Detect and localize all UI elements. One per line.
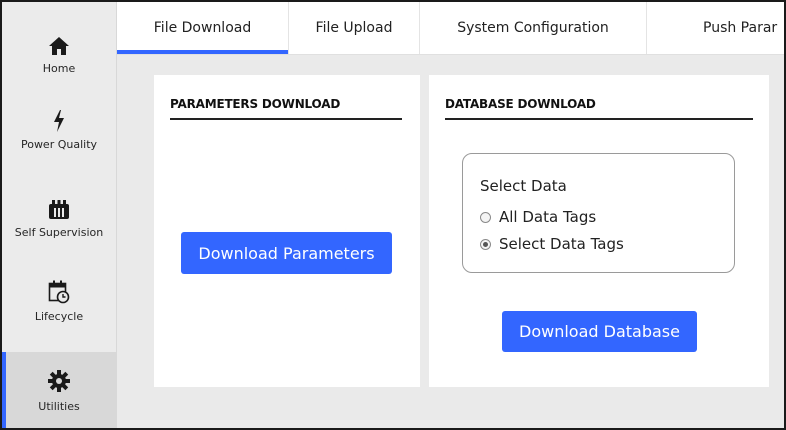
tab-bar: File Download File Upload System Configu…: [117, 2, 784, 55]
sidebar-item-power-quality[interactable]: Power Quality: [2, 88, 116, 174]
self-supervision-icon: [48, 198, 70, 220]
sidebar-item-label: Utilities: [38, 400, 80, 413]
sidebar-item-label: Home: [42, 62, 76, 75]
radio-select-data-tags[interactable]: Select Data Tags: [480, 235, 624, 253]
card-title: PARAMETERS DOWNLOAD: [170, 97, 341, 111]
home-icon: [48, 22, 70, 56]
tab-file-upload[interactable]: File Upload: [289, 2, 420, 54]
lightning-icon: [52, 110, 66, 132]
radio-all-data-tags[interactable]: All Data Tags: [480, 208, 596, 226]
tab-push-parameters[interactable]: Push Parar: [647, 2, 784, 54]
radio-label: Select Data Tags: [499, 235, 624, 253]
radio-button[interactable]: [480, 211, 491, 223]
active-indicator: [2, 352, 6, 428]
app-frame: Home Power Quality Self Supervision Life…: [0, 0, 786, 430]
sidebar: Home Power Quality Self Supervision Life…: [2, 2, 117, 428]
sidebar-item-lifecycle[interactable]: Lifecycle: [2, 260, 116, 346]
parameters-download-card: PARAMETERS DOWNLOAD Download Parameters: [154, 75, 420, 387]
radio-button[interactable]: [480, 238, 491, 250]
divider: [170, 118, 402, 120]
calendar-clock-icon: [48, 278, 70, 304]
gear-icon: [48, 368, 70, 392]
download-parameters-button[interactable]: Download Parameters: [181, 232, 392, 274]
tab-label: File Download: [153, 20, 252, 36]
sidebar-item-home[interactable]: Home: [2, 2, 116, 88]
download-database-button[interactable]: Download Database: [502, 311, 697, 352]
radio-label: All Data Tags: [499, 208, 597, 226]
database-download-card: DATABASE DOWNLOAD Select Data All Data T…: [429, 75, 769, 387]
select-data-box: Select Data All Data Tags Select Data Ta…: [462, 153, 735, 273]
tab-label: System Configuration: [457, 20, 609, 36]
select-data-title: Select Data: [480, 177, 567, 195]
tab-file-download[interactable]: File Download: [117, 2, 289, 54]
sidebar-item-label: Self Supervision: [14, 226, 104, 239]
tab-label: File Upload: [315, 20, 393, 36]
sidebar-item-self-supervision[interactable]: Self Supervision: [2, 174, 116, 260]
sidebar-item-label: Lifecycle: [34, 310, 84, 323]
tab-system-configuration[interactable]: System Configuration: [420, 2, 647, 54]
main-content: PARAMETERS DOWNLOAD Download Parameters …: [117, 55, 784, 428]
sidebar-item-utilities[interactable]: Utilities: [2, 352, 116, 428]
card-title: DATABASE DOWNLOAD: [445, 97, 596, 111]
tab-label: Push Parar: [703, 20, 778, 36]
divider: [445, 118, 753, 120]
sidebar-item-label: Power Quality: [20, 138, 98, 151]
